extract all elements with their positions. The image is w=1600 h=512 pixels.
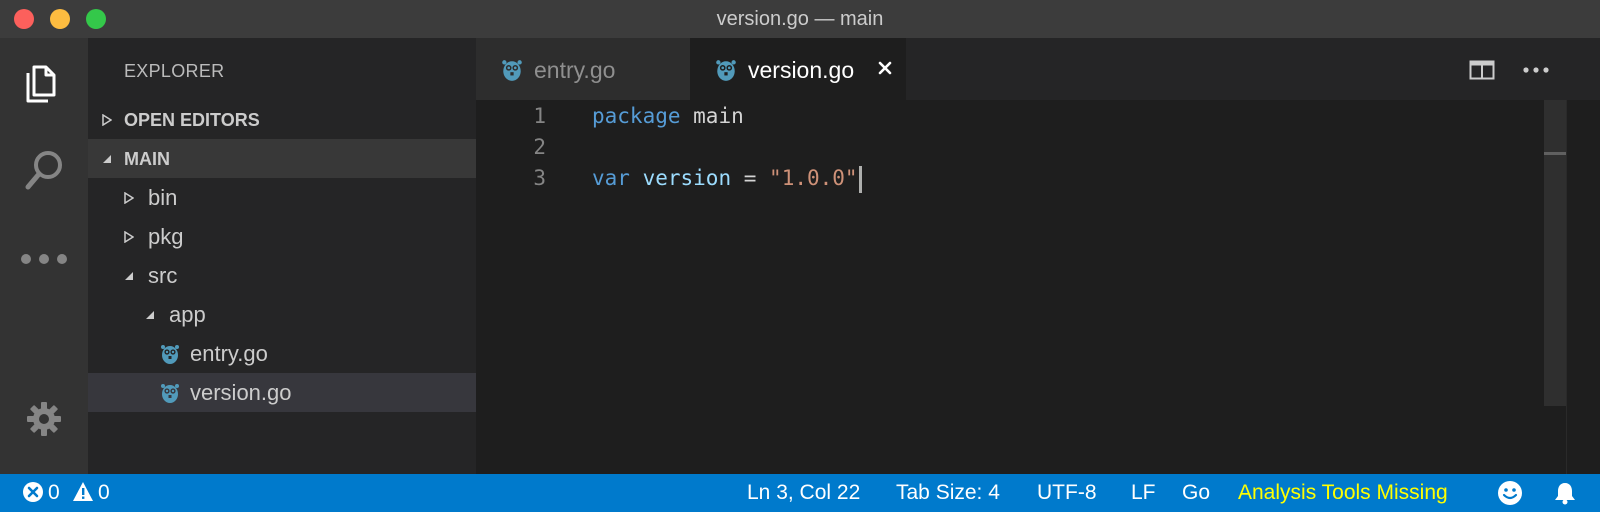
search-icon	[25, 151, 62, 190]
code-line: 3 var version = "1.0.0"	[476, 163, 1600, 194]
section-label: MAIN	[124, 149, 170, 169]
gopher-icon	[161, 345, 179, 364]
section-main[interactable]: MAIN	[88, 139, 476, 178]
chevron-right-icon	[124, 178, 134, 217]
cursor-position[interactable]: Ln 3, Col 22	[747, 474, 860, 512]
minimap[interactable]	[1544, 100, 1566, 406]
split-editor-button[interactable]	[1466, 56, 1498, 84]
close-tab-button[interactable]	[874, 57, 896, 79]
tree-item-label: app	[169, 302, 206, 327]
sidebar-title: EXPLORER	[124, 61, 225, 81]
gopher-icon	[716, 60, 736, 81]
tree-item-pkg[interactable]: pkg	[88, 217, 476, 256]
files-icon	[26, 65, 56, 103]
chevron-down-icon	[102, 139, 112, 178]
tree-item-version-go[interactable]: version.go	[88, 373, 476, 412]
line-content: package main	[592, 101, 744, 132]
tab-label: entry.go	[534, 57, 616, 83]
tab-entry-go[interactable]: entry.go	[476, 38, 690, 100]
code-token: =	[731, 166, 770, 190]
tab-label: version.go	[748, 57, 855, 83]
text-cursor	[858, 165, 862, 193]
search-activity[interactable]	[0, 136, 88, 206]
chevron-down-icon	[124, 256, 134, 295]
close-icon	[878, 61, 892, 75]
language-mode[interactable]: Go	[1182, 474, 1210, 512]
ellipsis-icon	[21, 254, 67, 264]
line-ending[interactable]: LF	[1131, 474, 1156, 512]
warning-count[interactable]: 0	[98, 474, 110, 512]
tree-item-app[interactable]: app	[88, 295, 476, 334]
warning-icon[interactable]	[72, 481, 94, 503]
line-number: 1	[533, 104, 546, 128]
window-title: version.go — main	[716, 8, 884, 30]
tree-item-label: src	[148, 263, 178, 288]
tree-item-src[interactable]: src	[88, 256, 476, 295]
more-activity[interactable]	[0, 224, 88, 294]
gopher-icon	[502, 60, 522, 81]
split-editor-icon	[1469, 60, 1495, 80]
more-actions-button[interactable]	[1520, 56, 1552, 84]
code-line: 2	[476, 132, 1600, 163]
tree-item-bin[interactable]: bin	[88, 178, 476, 217]
minimap-cursor-marker	[1544, 152, 1566, 155]
line-number: 2	[533, 135, 546, 159]
code-token: var	[592, 166, 630, 190]
gopher-icon	[161, 384, 179, 403]
chevron-right-icon	[124, 217, 134, 256]
line-content: var version = "1.0.0"	[592, 163, 862, 194]
gear-icon	[27, 402, 61, 436]
chevron-right-icon	[102, 100, 112, 139]
error-icon[interactable]	[22, 481, 44, 503]
vertical-scrollbar[interactable]	[1566, 100, 1600, 474]
analysis-tools-status[interactable]: Analysis Tools Missing	[1238, 474, 1448, 512]
encoding[interactable]: UTF-8	[1037, 474, 1097, 512]
smiley-icon[interactable]	[1497, 480, 1523, 506]
tree-item-label: version.go	[190, 380, 292, 405]
status-bar: 0 0 Ln 3, Col 22 Tab Size: 4 UTF-8 LF Go…	[0, 474, 1600, 512]
activity-bar	[0, 38, 88, 474]
chevron-down-icon	[145, 295, 155, 334]
code-line: 1 package main	[476, 101, 1600, 132]
tree-item-label: pkg	[148, 224, 184, 249]
explorer-activity[interactable]	[0, 48, 88, 118]
ellipsis-icon	[1523, 67, 1549, 73]
explorer-sidebar: EXPLORER OPEN EDITORS MAIN bin pkg src a…	[88, 38, 476, 474]
code-editor[interactable]: 1 package main 2 3 var version = "1.0.0"	[476, 100, 1600, 474]
code-token: version	[642, 166, 732, 190]
bell-icon[interactable]	[1553, 481, 1577, 505]
section-open-editors[interactable]: OPEN EDITORS	[88, 100, 476, 139]
code-token: "1.0.0"	[769, 166, 858, 190]
tree-item-entry-go[interactable]: entry.go	[88, 334, 476, 373]
tree-item-label: entry.go	[190, 341, 268, 366]
code-token: package	[592, 104, 681, 128]
tab-version-go[interactable]: version.go	[690, 38, 906, 100]
error-count[interactable]: 0	[48, 474, 60, 512]
line-number: 3	[533, 166, 546, 190]
tree-item-label: bin	[148, 185, 178, 210]
code-token: main	[680, 104, 744, 128]
editor-tab-bar: entry.go version.go	[476, 38, 1600, 100]
manage-activity[interactable]	[0, 384, 88, 454]
title-bar: version.go — main	[0, 0, 1600, 38]
tab-size[interactable]: Tab Size: 4	[896, 474, 1000, 512]
section-label: OPEN EDITORS	[124, 110, 260, 130]
